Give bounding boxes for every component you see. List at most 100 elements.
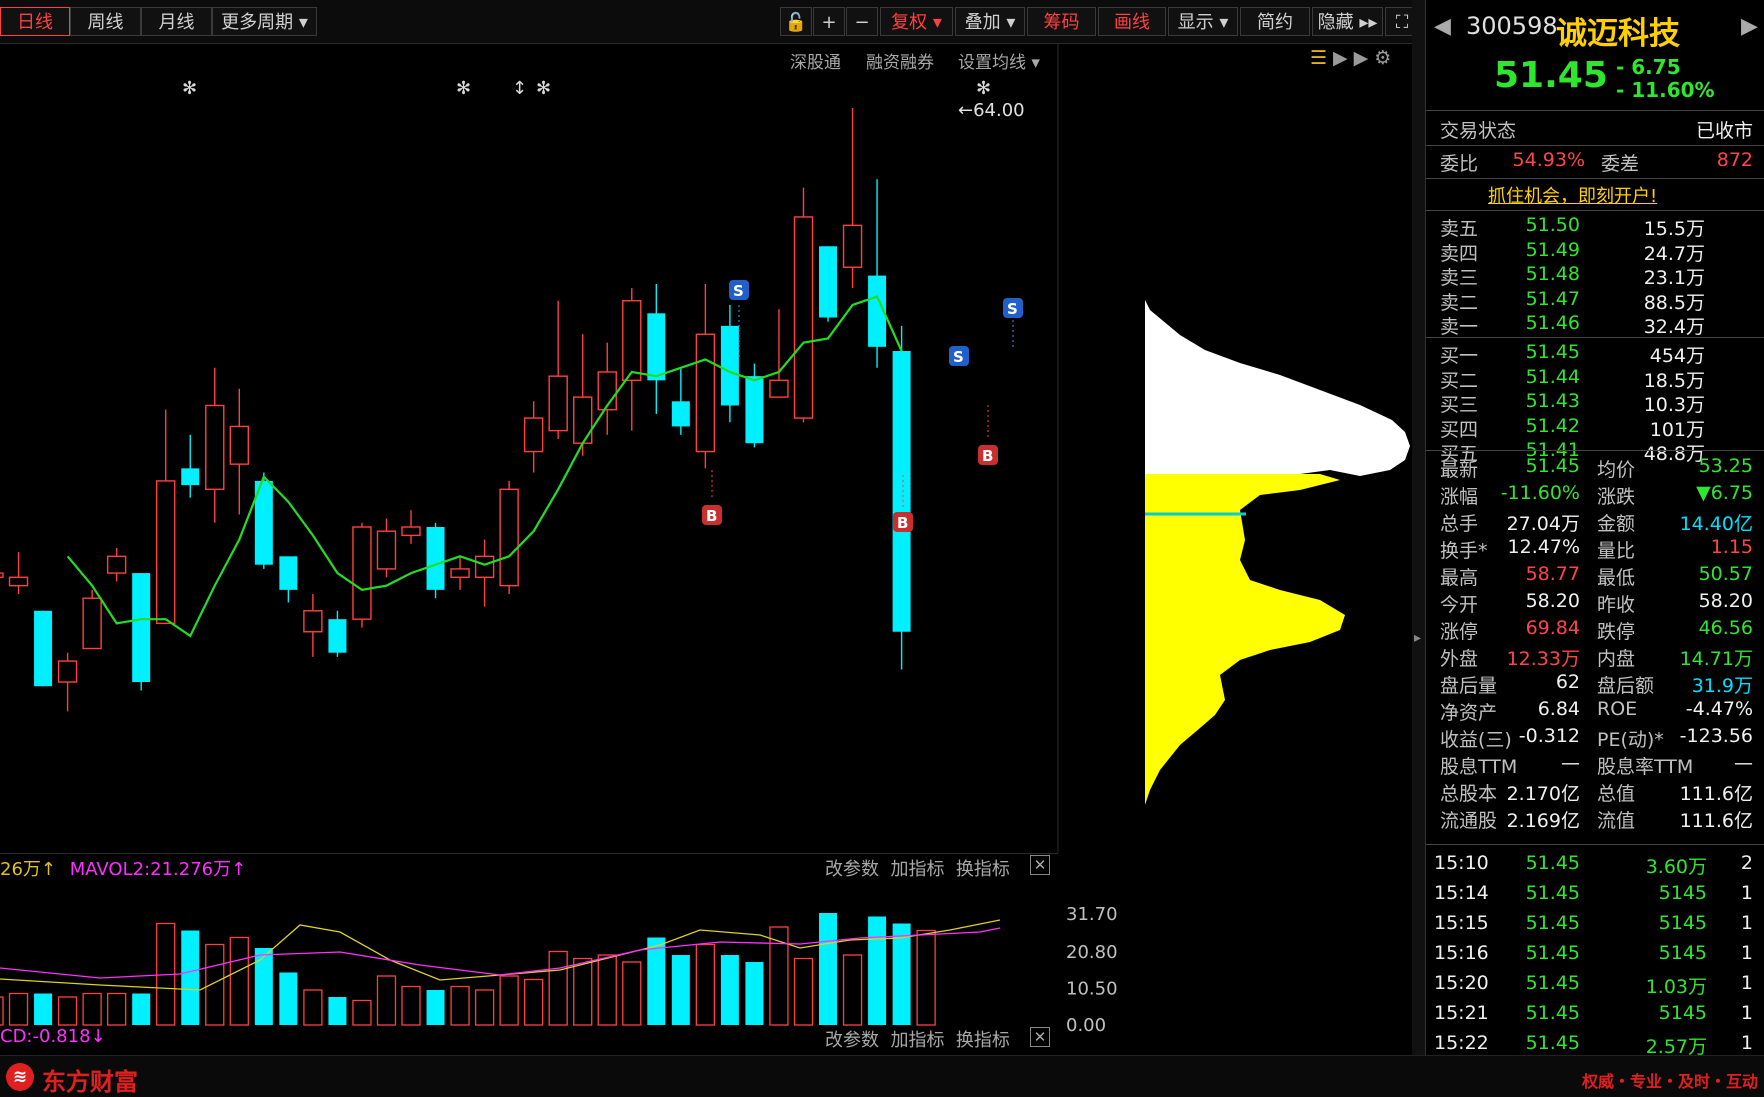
trade-volume: 5145 [1658,912,1707,934]
candle[interactable] [303,594,323,657]
volume-bar [181,930,200,1025]
candle[interactable] [376,518,397,578]
chip-button[interactable]: 筹码 [1027,7,1096,36]
event-star-marker[interactable]: ✻ [536,78,551,99]
stat-row: 总手 27.04万 金额 14.40亿 [1426,509,1764,535]
draw-line-button[interactable]: 画线 [1098,7,1166,36]
event-star-marker[interactable]: ✻ [976,78,991,99]
volume-bars [0,913,936,1026]
stat-value: 2.169亿 [1506,810,1580,832]
more-periods-dropdown[interactable]: 更多周期 ▾ [212,7,317,36]
candle[interactable] [868,179,887,368]
volume-bar [819,913,838,1025]
volume-bar [916,929,936,1026]
weicha-value: 872 [1716,149,1753,171]
candle[interactable] [279,556,298,603]
event-star-marker[interactable]: ✻ [182,78,197,99]
bid-volume: 101万 [1649,418,1705,441]
candle[interactable] [745,363,764,448]
candle[interactable] [474,539,495,607]
bid-price: 51.42 [1525,414,1580,437]
simple-button[interactable]: 简约 [1240,7,1310,36]
candle[interactable] [769,309,789,398]
display-dropdown[interactable]: 显示 ▾ [1168,7,1238,36]
candle[interactable] [106,547,127,582]
candle[interactable] [793,187,814,423]
candle[interactable] [352,522,372,628]
event-star-marker[interactable]: ✻ [456,78,471,99]
candle[interactable] [0,565,4,594]
zoom-out-icon[interactable]: − [846,7,878,36]
candle[interactable] [647,283,666,414]
stat-label: 均价 [1597,459,1636,481]
candle[interactable] [695,283,716,469]
volume-chart[interactable]: 31.70 20.80 10.50 0.00 [0,853,1145,1043]
candle[interactable] [34,610,53,687]
candle[interactable] [156,409,176,625]
candle[interactable] [426,522,445,599]
stat-value: -11.60% [1500,482,1580,504]
candle[interactable] [842,108,863,289]
volume-bar [303,989,323,1026]
ask-volume: 15.5万 [1643,218,1705,240]
add-indicator-button[interactable]: 加指标 [890,1030,944,1051]
candlestick-chart[interactable]: 64.0063.0062.0061.0060.0059.0058.0057.00… [0,43,1060,853]
next-stock-icon[interactable]: ▶ [1741,14,1758,39]
prev-stock-icon[interactable]: ◀ [1434,14,1451,39]
volume-bar [524,978,544,1026]
stock-name: 诚迈科技 [1556,16,1680,52]
overlay-dropdown[interactable]: 叠加 ▾ [955,7,1025,36]
candle[interactable] [548,300,568,440]
change-params-button[interactable]: 改参数 [825,1030,879,1051]
candle[interactable] [892,325,911,670]
hide-button[interactable]: 隐藏 ▸▸ [1312,7,1383,36]
candle[interactable] [181,434,200,498]
event-arrow-marker[interactable]: ↕ [512,78,527,99]
candle[interactable] [573,334,593,456]
period-weekly-tab[interactable]: 周线 [70,7,141,36]
candle[interactable] [8,552,29,595]
candle[interactable] [82,589,102,650]
stat-row: 最新 51.45 均价 53.25 [1426,455,1764,481]
volume-bar [328,997,347,1025]
candle[interactable] [205,367,225,523]
candle[interactable] [523,401,544,473]
candle[interactable] [499,480,519,595]
unlock-icon[interactable]: 🔓 [780,7,812,36]
candle[interactable] [622,288,642,431]
candle[interactable] [401,510,421,544]
stat-row: 涨停 69.84 跌停 46.56 [1426,617,1764,643]
macd-label: CD:-0.818↓ [0,1026,106,1047]
bid-level-row: 买一 51.45 454万 [1426,341,1764,367]
ask-level-label: 卖四 [1440,242,1479,265]
event-markers: ✻ ✻ ↕ ✻ ✻ [182,78,991,99]
volume-bar [132,993,151,1025]
candle[interactable] [254,472,273,569]
bid-volume: 10.3万 [1643,394,1705,416]
period-monthly-tab[interactable]: 月线 [141,7,212,36]
weibi-value: 54.93% [1512,149,1585,171]
weibi-label: 委比 [1440,153,1479,175]
stat-label: 涨幅 [1440,486,1479,508]
splitter-handle[interactable]: ▸ [1412,0,1425,1055]
trade-time: 15:20 [1434,972,1489,994]
stat-label: 外盘 [1440,648,1479,670]
candle[interactable] [597,342,617,435]
close-icon[interactable]: ✕ [1030,1027,1050,1047]
fuquan-dropdown[interactable]: 复权 ▾ [880,7,953,36]
stat-value: 111.6亿 [1679,810,1753,832]
candle[interactable] [132,573,151,691]
volume-bar [82,992,102,1026]
switch-indicator-button[interactable]: 换指标 [956,1030,1010,1051]
candle[interactable] [57,652,78,712]
candle[interactable] [229,388,250,515]
candle[interactable] [328,610,347,657]
brand-slogan: 权威・专业・及时・互动 [1581,1072,1758,1091]
open-account-link[interactable]: 抓住机会，即刻开户! [1488,182,1657,208]
candle[interactable] [450,556,470,590]
candle[interactable] [671,367,690,435]
period-daily-tab[interactable]: 日线 [0,7,70,36]
candle[interactable] [720,304,739,423]
zoom-in-icon[interactable]: + [813,7,845,36]
candle[interactable] [819,246,838,322]
